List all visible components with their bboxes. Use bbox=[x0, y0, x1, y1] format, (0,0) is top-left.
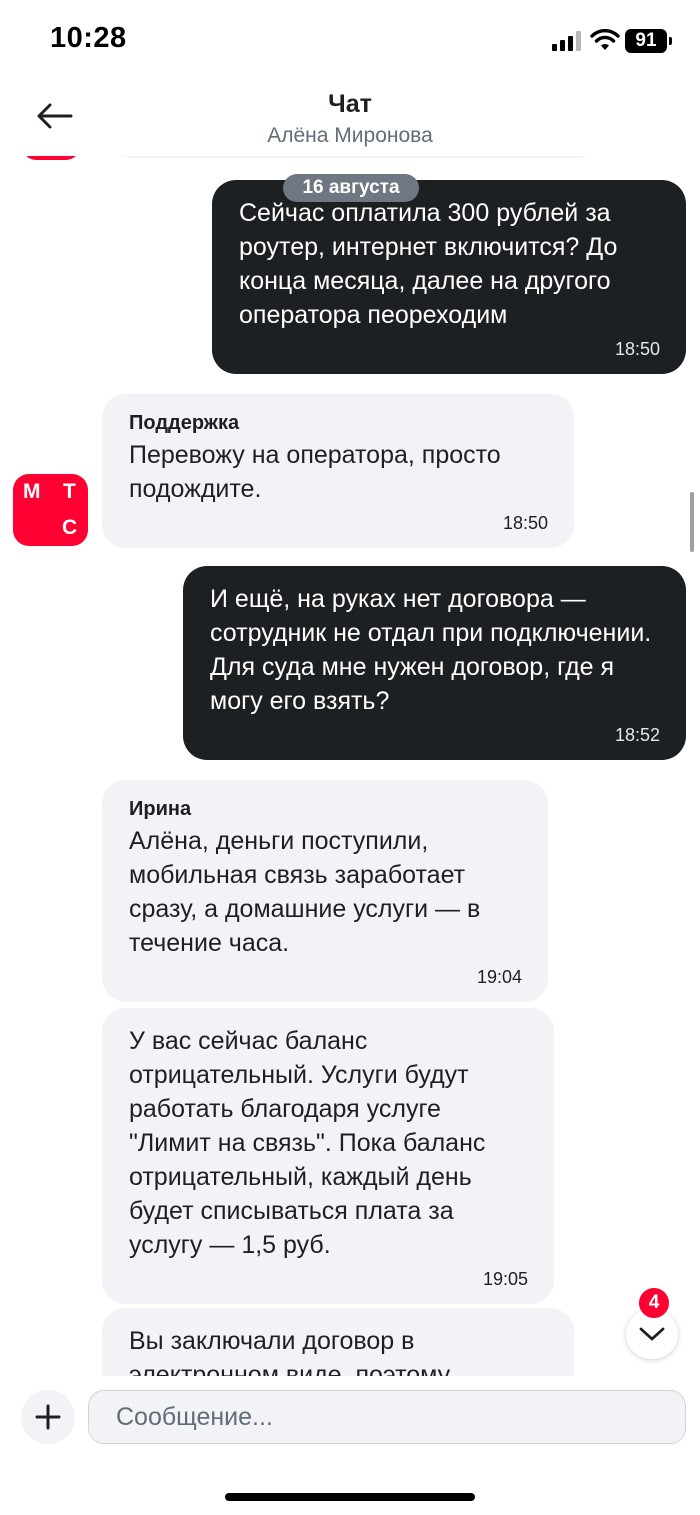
avatar-letter: С bbox=[62, 516, 78, 539]
avatar-partial bbox=[22, 156, 80, 160]
page-title: Чат bbox=[328, 90, 372, 118]
message-input[interactable] bbox=[88, 1390, 686, 1444]
message-outgoing[interactable]: Сейчас оплатила 300 рублей за роутер, ин… bbox=[212, 180, 686, 374]
message-time: 18:50 bbox=[614, 339, 660, 359]
status-bar: 10:28 91 bbox=[0, 0, 700, 84]
message-time: 18:50 bbox=[502, 513, 548, 533]
message-outgoing[interactable]: И ещё, на руках нет договора — сотрудник… bbox=[183, 566, 686, 760]
unread-count-badge: 4 bbox=[637, 1286, 671, 1320]
message-text: У вас сейчас баланс отрицательный. Услуг… bbox=[129, 1027, 486, 1259]
message-text: Алёна, деньги поступили, мобильная связь… bbox=[129, 827, 481, 957]
date-divider: 16 августа bbox=[283, 174, 419, 202]
message-text: Сейчас оплатила 300 рублей за роутер, ин… bbox=[239, 199, 618, 329]
contact-name: Алёна Миронова bbox=[267, 124, 433, 147]
status-time: 10:28 bbox=[50, 22, 127, 54]
message-incoming[interactable]: Поддержка Перевожу на оператора, просто … bbox=[102, 394, 574, 548]
message-composer bbox=[0, 1376, 700, 1515]
message-incoming[interactable]: Вы заключали договор в электронном виде,… bbox=[102, 1308, 574, 1376]
message-incoming[interactable]: У вас сейчас баланс отрицательный. Услуг… bbox=[102, 1008, 554, 1304]
message-bubble-partial bbox=[110, 156, 600, 158]
message-text: Вы заключали договор в электронном виде,… bbox=[129, 1327, 451, 1376]
avatar-letter: М bbox=[23, 480, 41, 503]
battery-icon: 91 bbox=[625, 29, 672, 53]
message-time: 18:52 bbox=[614, 725, 660, 745]
plus-icon bbox=[35, 1404, 61, 1430]
cellular-signal-icon bbox=[552, 31, 581, 51]
wifi-icon bbox=[590, 29, 620, 50]
avatar-letter: Т bbox=[63, 480, 76, 503]
mts-avatar: М Т С bbox=[13, 474, 88, 546]
message-time: 19:04 bbox=[476, 967, 522, 987]
sender-name: Поддержка bbox=[129, 412, 240, 434]
message-text: Перевожу на оператора, просто подождите. bbox=[129, 441, 501, 503]
message-time: 19:05 bbox=[482, 1269, 528, 1289]
scrollbar[interactable] bbox=[690, 492, 694, 552]
message-text: И ещё, на руках нет договора — сотрудник… bbox=[210, 585, 652, 715]
message-list[interactable]: Сейчас оплатила 300 рублей за роутер, ин… bbox=[0, 156, 700, 1376]
chevron-down-icon bbox=[639, 1327, 665, 1341]
attach-button[interactable] bbox=[21, 1390, 75, 1444]
sender-name: Ирина bbox=[129, 798, 192, 820]
battery-level: 91 bbox=[635, 30, 657, 51]
home-indicator[interactable] bbox=[225, 1493, 475, 1501]
chat-header: Чат Алёна Миронова bbox=[0, 84, 700, 156]
message-incoming[interactable]: Ирина Алёна, деньги поступили, мобильная… bbox=[102, 780, 548, 1002]
